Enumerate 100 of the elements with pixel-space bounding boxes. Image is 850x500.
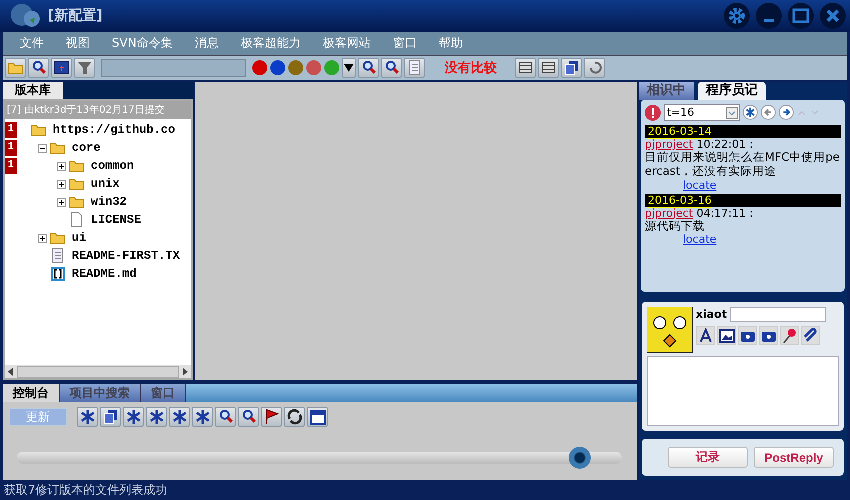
expand-toggle[interactable] [38,234,47,242]
copy-icon [564,60,580,76]
app-logo-icon [10,2,42,30]
status-text: 获取7修订版本的文件列表成功 [4,483,168,497]
settings-button[interactable] [724,3,750,29]
round-icon[interactable] [252,60,268,76]
toolbar-button[interactable] [538,58,559,78]
toolbar-button[interactable] [192,407,213,427]
round-icon[interactable] [288,60,304,76]
tree-item[interactable]: core [72,141,101,155]
menu-item[interactable]: 文件 [9,35,55,52]
author-link[interactable]: pjproject [645,138,694,151]
tab[interactable]: 项目中搜索 [60,384,141,402]
menu-item[interactable]: 帮助 [428,35,474,52]
filter-dropdown[interactable]: t=16 [664,104,740,121]
toolbar-button[interactable] [215,407,236,427]
author-link[interactable]: pjproject [645,206,694,220]
tree-item[interactable]: README.md [72,267,137,281]
expand-toggle[interactable] [57,180,66,188]
tab[interactable]: 窗口 [141,384,186,402]
locate-link[interactable]: locate [683,178,717,192]
asterisk-icon [194,409,210,425]
search-icon [240,409,256,425]
compare-status: 没有比较 [445,60,497,77]
toolbar-button[interactable] [123,407,144,427]
text-input[interactable] [730,307,826,322]
format-button[interactable] [696,326,715,345]
text-file-icon [406,60,422,76]
toolbar-button[interactable] [561,58,582,78]
format-button[interactable] [738,326,757,345]
maximize-button[interactable] [788,3,814,29]
menu-item[interactable]: SVN命令集 [101,35,184,52]
pin-icon [782,328,798,344]
tree-item[interactable]: ui [72,231,86,245]
action-button[interactable]: 记录 [668,447,748,468]
toolbar-button[interactable] [51,58,72,78]
time-label: 04:17:11 : [696,206,754,220]
tree-item[interactable]: README-FIRST.TX [72,249,180,263]
round-icon[interactable] [270,60,286,76]
caret-icon [726,106,738,118]
toolbar-button[interactable] [261,407,282,427]
brackets-icon [50,266,66,282]
image-icon [718,328,734,344]
menu-item[interactable]: 视图 [55,35,101,52]
tree-item[interactable]: unix [91,177,120,191]
menu-item[interactable]: 极客超能力 [230,35,312,52]
toolbar-button[interactable] [238,407,259,427]
tab[interactable]: 程序员记 [698,82,766,100]
format-button[interactable] [717,326,736,345]
toolbar-button[interactable] [307,407,328,427]
tab[interactable]: 相识中 [639,82,694,100]
asterisk-icon [172,409,188,425]
user-name: xiaot [696,308,728,321]
toolbar-button[interactable] [146,407,167,427]
menu-item[interactable]: 极客网站 [312,35,382,52]
collapse-toggle[interactable] [38,144,47,152]
back-icon[interactable] [761,105,776,120]
scroll-right-icon[interactable] [180,366,190,376]
alert-icon [645,104,661,120]
tree-item[interactable]: common [91,159,134,173]
close-button[interactable] [820,3,846,29]
expand-toggle[interactable] [57,198,66,206]
toolbar-button[interactable] [358,58,379,78]
time-label: 10:22:01 : [696,138,754,151]
toolbar-button[interactable] [381,58,402,78]
paperclip-icon [802,328,818,344]
toolbar-button[interactable] [169,407,190,427]
tab[interactable]: 版本库 [3,82,63,99]
scroll-left-icon[interactable] [6,366,16,376]
tab[interactable]: 控制台 [3,384,60,402]
menu-item[interactable]: 消息 [184,35,230,52]
expand-toggle[interactable] [57,162,66,170]
path-field[interactable] [101,59,246,77]
toolbar-button[interactable] [100,407,121,427]
toolbar-button[interactable] [284,407,305,427]
action-button[interactable]: PostReply [754,447,834,468]
menu-item[interactable]: 窗口 [382,35,428,52]
scrollbar[interactable] [5,365,191,378]
tree-item[interactable]: win32 [91,195,128,209]
search-icon [384,60,400,76]
tree-item[interactable]: LICENSE [91,213,142,227]
tree-item[interactable]: https://github.co [53,123,176,137]
toolbar-button[interactable] [515,58,536,78]
slider-thumb[interactable] [568,447,591,469]
maximize-icon [791,6,811,26]
forward-icon[interactable] [779,105,794,120]
copy-icon [102,409,118,425]
minimize-button[interactable] [756,3,782,29]
format-button[interactable] [780,326,799,345]
toolbar-button[interactable] [77,407,98,427]
locate-link[interactable]: locate [683,233,717,246]
sync-icon [286,409,302,425]
star-icon[interactable] [743,105,758,120]
format-button[interactable] [759,326,778,345]
file-icon [69,212,85,228]
search-icon [218,409,234,425]
note-text: 目前仅用来说明怎么在MFC中使用peercast，还没有实际用途 [645,151,841,179]
toolbar-button[interactable] [28,58,49,78]
dropdown-button[interactable] [342,58,356,78]
format-button[interactable] [801,326,820,345]
